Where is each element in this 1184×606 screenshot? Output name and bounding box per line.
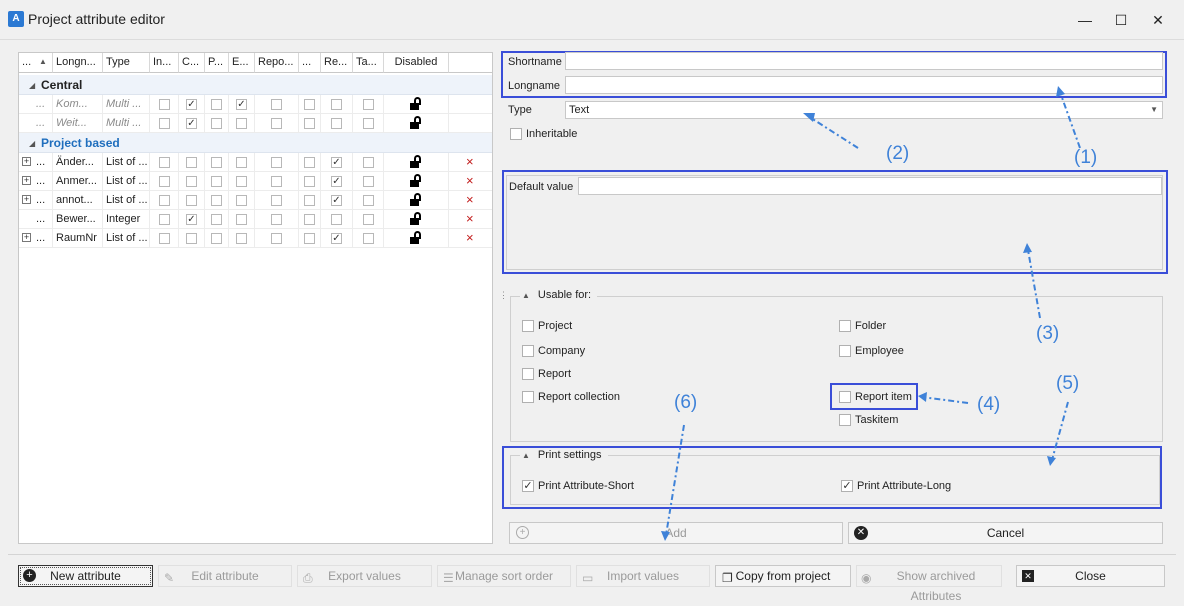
edit-attribute-label: Edit attribute xyxy=(191,569,259,583)
annotation-arrows xyxy=(661,86,1081,541)
import-values-button[interactable]: ▭ Import values xyxy=(576,565,710,587)
new-attribute-button[interactable]: + New attribute xyxy=(18,565,153,587)
toolbar-divider xyxy=(8,554,1176,555)
close-icon: ✕ xyxy=(1022,570,1034,582)
annotation-5: (5) xyxy=(1056,373,1080,394)
export-icon: ⎙ xyxy=(303,571,313,585)
close-label: Close xyxy=(1075,569,1106,583)
copy-from-project-label: Copy from project xyxy=(735,569,831,583)
export-values-label: Export values xyxy=(328,569,401,583)
edit-attribute-button[interactable]: ✎ Edit attribute xyxy=(158,565,292,587)
arrow-3 xyxy=(1027,249,1041,319)
import-values-label: Import values xyxy=(606,569,680,583)
arrowhead-6 xyxy=(661,531,670,541)
new-attribute-label: New attribute xyxy=(50,569,121,583)
annotation-6: (6) xyxy=(674,392,698,413)
arrow-4 xyxy=(921,396,969,404)
arrow-5 xyxy=(1051,401,1069,461)
annotation-3: (3) xyxy=(1036,323,1060,344)
annotation-2: (2) xyxy=(886,143,910,164)
sort-list-icon: ☰ xyxy=(443,571,454,585)
copy-from-project-button[interactable]: ❐ Copy from project xyxy=(715,565,851,587)
arrowhead-5 xyxy=(1047,456,1056,466)
arrowhead-2 xyxy=(803,113,815,122)
plus-circle-icon: + xyxy=(23,569,36,582)
annotation-1: (1) xyxy=(1074,147,1098,168)
copy-icon: ❐ xyxy=(722,571,733,585)
arrow-2 xyxy=(807,115,859,149)
annotation-4: (4) xyxy=(977,394,1001,415)
arrow-1 xyxy=(1059,91,1081,149)
manage-sort-order-button[interactable]: ☰ Manage sort order xyxy=(437,565,571,587)
export-values-button[interactable]: ⎙ Export values xyxy=(297,565,432,587)
show-archived-button[interactable]: ◉ Show archived Attributes xyxy=(856,565,1002,603)
edit-icon: ✎ xyxy=(164,571,175,585)
eye-icon: ◉ xyxy=(861,571,872,585)
folder-icon: ▭ xyxy=(582,571,594,585)
arrowhead-3 xyxy=(1023,243,1032,253)
close-button[interactable]: ✕ Close xyxy=(1016,565,1165,587)
arrowhead-4 xyxy=(918,392,927,402)
arrow-6 xyxy=(665,424,685,536)
manage-sort-order-label: Manage sort order xyxy=(454,569,554,583)
arrowhead-1 xyxy=(1056,86,1065,97)
